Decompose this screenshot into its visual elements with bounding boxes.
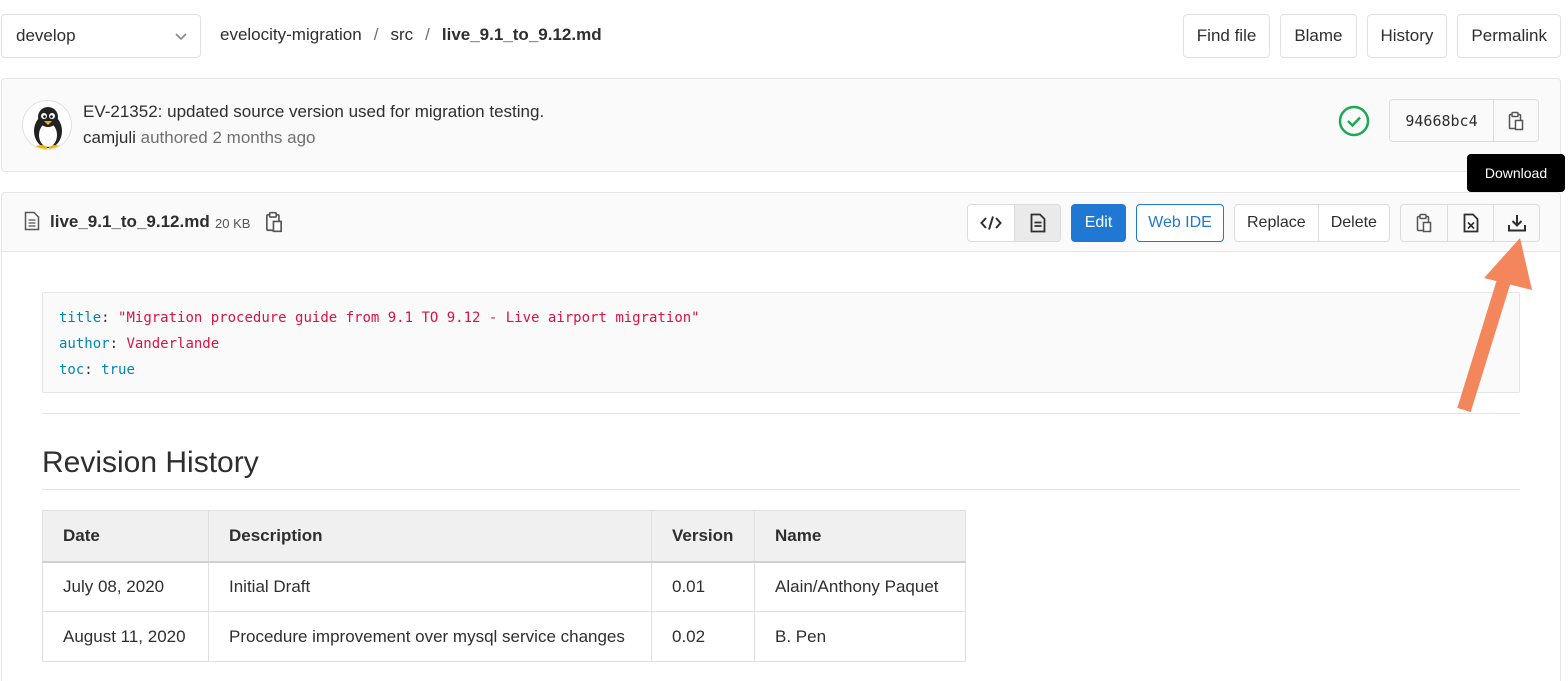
replace-delete-group: Replace Delete [1234, 204, 1390, 242]
cell-description: Procedure improvement over mysql service… [208, 611, 652, 662]
replace-button[interactable]: Replace [1235, 205, 1318, 241]
download-tooltip: Download [1467, 154, 1565, 192]
cell-name: Alain/Anthony Paquet [754, 561, 966, 612]
file-nav-actions: Find file Blame History Permalink [1182, 14, 1561, 58]
cell-date: August 11, 2020 [42, 611, 209, 662]
display-rendered-button[interactable] [1014, 205, 1060, 241]
clipboard-icon [266, 211, 282, 233]
column-header-date: Date [42, 510, 209, 563]
table-header-row: Date Description Version Name [42, 510, 966, 563]
front-matter-title-line: title: "Migration procedure guide from 9… [59, 310, 700, 326]
breadcrumb-separator: / [425, 25, 430, 44]
table-row: July 08, 2020 Initial Draft 0.01 Alain/A… [42, 561, 966, 612]
display-source-button[interactable] [968, 205, 1014, 241]
front-matter-author-line: author: Vanderlande [59, 336, 220, 352]
document-icon [1030, 213, 1045, 233]
web-ide-button[interactable]: Web IDE [1136, 204, 1224, 242]
column-header-version: Version [651, 510, 755, 563]
column-header-name: Name [754, 510, 966, 563]
clipboard-icon [1508, 111, 1524, 130]
commit-author[interactable]: camjuli [83, 128, 136, 147]
copy-file-path-button[interactable] [265, 211, 283, 238]
breadcrumb-project[interactable]: evelocity-migration [220, 25, 362, 45]
commit-time: 2 months ago [212, 128, 316, 147]
front-matter-block: title: "Migration procedure guide from 9… [42, 292, 1520, 393]
cell-name: B. Pen [754, 611, 966, 662]
commit-meta: camjuli authored 2 months ago [83, 128, 316, 148]
commit-sha[interactable]: 94668bc4 [1390, 100, 1494, 141]
annotation-arrow-icon [1457, 238, 1532, 413]
column-header-description: Description [208, 510, 652, 563]
breadcrumb-separator: / [373, 25, 379, 44]
breadcrumb: evelocity-migration / src / live_9.1_to_… [220, 25, 602, 45]
divider [42, 413, 1520, 414]
commit-title[interactable]: EV-21352: updated source version used fo… [83, 102, 544, 122]
breadcrumb-file[interactable]: live_9.1_to_9.12.md [442, 25, 602, 45]
permalink-button[interactable]: Permalink [1457, 14, 1561, 58]
branch-selector[interactable]: develop [1, 14, 201, 58]
commit-sha-group: 94668bc4 [1389, 99, 1539, 142]
cell-description: Initial Draft [208, 561, 652, 612]
viewer-toggle [967, 204, 1061, 242]
divider [42, 489, 1520, 490]
commit-authored-label: authored [140, 128, 208, 147]
file-size: 20 KB [215, 216, 251, 231]
blame-button[interactable]: Blame [1280, 14, 1357, 58]
file-text-icon [24, 211, 40, 236]
copy-sha-button[interactable] [1494, 100, 1538, 141]
section-heading: Revision History [42, 446, 259, 479]
cell-version: 0.01 [651, 561, 755, 612]
avatar[interactable] [22, 100, 72, 150]
last-commit-panel [1, 78, 1561, 172]
table-row: August 11, 2020 Procedure improvement ov… [42, 611, 966, 662]
branch-name: develop [16, 26, 76, 45]
pipeline-status-passed-icon[interactable] [1338, 105, 1370, 137]
clipboard-icon [1416, 213, 1432, 233]
penguin-avatar-icon [34, 107, 62, 149]
find-file-button[interactable]: Find file [1182, 14, 1271, 58]
history-button[interactable]: History [1366, 14, 1448, 58]
chevron-down-icon [175, 33, 187, 41]
breadcrumb-folder[interactable]: src [390, 25, 413, 45]
cell-date: July 08, 2020 [42, 561, 209, 612]
front-matter-toc-line: toc: true [59, 362, 135, 378]
edit-button[interactable]: Edit [1071, 204, 1126, 242]
code-icon [980, 216, 1002, 230]
file-name: live_9.1_to_9.12.md [50, 212, 210, 231]
revision-history-table: Date Description Version Name July 08, 2… [42, 510, 966, 662]
delete-button[interactable]: Delete [1317, 205, 1389, 241]
cell-version: 0.02 [651, 611, 755, 662]
